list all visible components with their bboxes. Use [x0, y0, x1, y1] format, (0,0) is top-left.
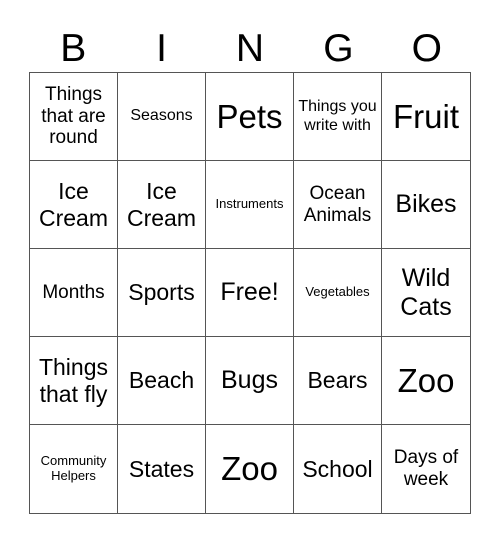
bingo-cell[interactable]: Community Helpers	[30, 425, 118, 513]
bingo-cell-label: Ice Cream	[38, 178, 108, 231]
bingo-cell-label: Pets	[216, 97, 283, 135]
bingo-cell[interactable]: Bugs	[206, 337, 294, 425]
bingo-cell-label: Free!	[220, 278, 279, 307]
title-letter-o: O	[411, 27, 442, 70]
bingo-cell[interactable]: Wild Cats	[382, 249, 470, 337]
bingo-cell-label: Bugs	[221, 366, 278, 395]
bingo-cell[interactable]: Things you write with	[294, 73, 382, 161]
title-letter-b: B	[60, 27, 87, 70]
bingo-cell[interactable]: Bears	[294, 337, 382, 425]
bingo-cell-label: Vegetables	[305, 284, 370, 300]
bingo-cell-label: Wild Cats	[400, 263, 452, 321]
bingo-cell[interactable]: Zoo	[206, 425, 294, 513]
title-letter-g: G	[323, 27, 354, 70]
bingo-cell[interactable]: Instruments	[206, 161, 294, 249]
bingo-cell-label: Beach	[128, 367, 195, 394]
bingo-cell[interactable]: Seasons	[118, 73, 206, 161]
bingo-cell-label: Instruments	[215, 196, 284, 212]
bingo-cell-label: Zoo	[397, 361, 455, 399]
title-letter-i: I	[156, 27, 168, 70]
bingo-cell[interactable]: Sports	[118, 249, 206, 337]
bingo-board: Things that are round Seasons Pets Things y…	[29, 72, 471, 514]
bingo-cell[interactable]: Things that are round	[30, 73, 118, 161]
bingo-cell-label: Zoo	[221, 450, 278, 488]
bingo-cell[interactable]: Beach	[118, 337, 206, 425]
bingo-cell-label: Fruit	[393, 97, 459, 135]
free-space-cell[interactable]: Free!	[206, 249, 294, 337]
bingo-cell[interactable]: Vegetables	[294, 249, 382, 337]
bingo-cell[interactable]: Pets	[206, 73, 294, 161]
bingo-cell[interactable]: Ice Cream	[118, 161, 206, 249]
bingo-title: B I N G O	[29, 26, 471, 72]
bingo-cell-label: Ice Cream	[126, 178, 196, 231]
bingo-cell[interactable]: Ocean Animals	[294, 161, 382, 249]
bingo-cell[interactable]: Zoo	[382, 337, 470, 425]
bingo-cell-label: States	[128, 455, 195, 482]
bingo-cell-label: Months	[42, 281, 105, 303]
title-letter-n: N	[235, 27, 265, 70]
bingo-cell[interactable]: School	[294, 425, 382, 513]
bingo-cell[interactable]: Ice Cream	[30, 161, 118, 249]
bingo-cell[interactable]: Fruit	[382, 73, 470, 161]
bingo-cell[interactable]: Days of week	[382, 425, 470, 513]
bingo-cell-label: Seasons	[130, 107, 193, 125]
bingo-cell-label: Things that fly	[38, 354, 109, 407]
bingo-cell[interactable]: Things that fly	[30, 337, 118, 425]
bingo-cell-label: Community Helpers	[40, 453, 107, 483]
bingo-cell-label: Sports	[128, 279, 195, 306]
bingo-cell-label: Days of week	[393, 447, 459, 490]
bingo-cell-label: Bears	[307, 367, 368, 394]
bingo-cell[interactable]: Months	[30, 249, 118, 337]
bingo-cell[interactable]: States	[118, 425, 206, 513]
bingo-cell-label: School	[302, 455, 373, 482]
bingo-cell-label: Bikes	[395, 190, 457, 219]
bingo-cell-label: Things you write with	[298, 98, 377, 134]
bingo-cell[interactable]: Bikes	[382, 161, 470, 249]
bingo-cell-label: Things that are round	[41, 83, 106, 149]
bingo-cell-label: Ocean Animals	[303, 182, 372, 226]
